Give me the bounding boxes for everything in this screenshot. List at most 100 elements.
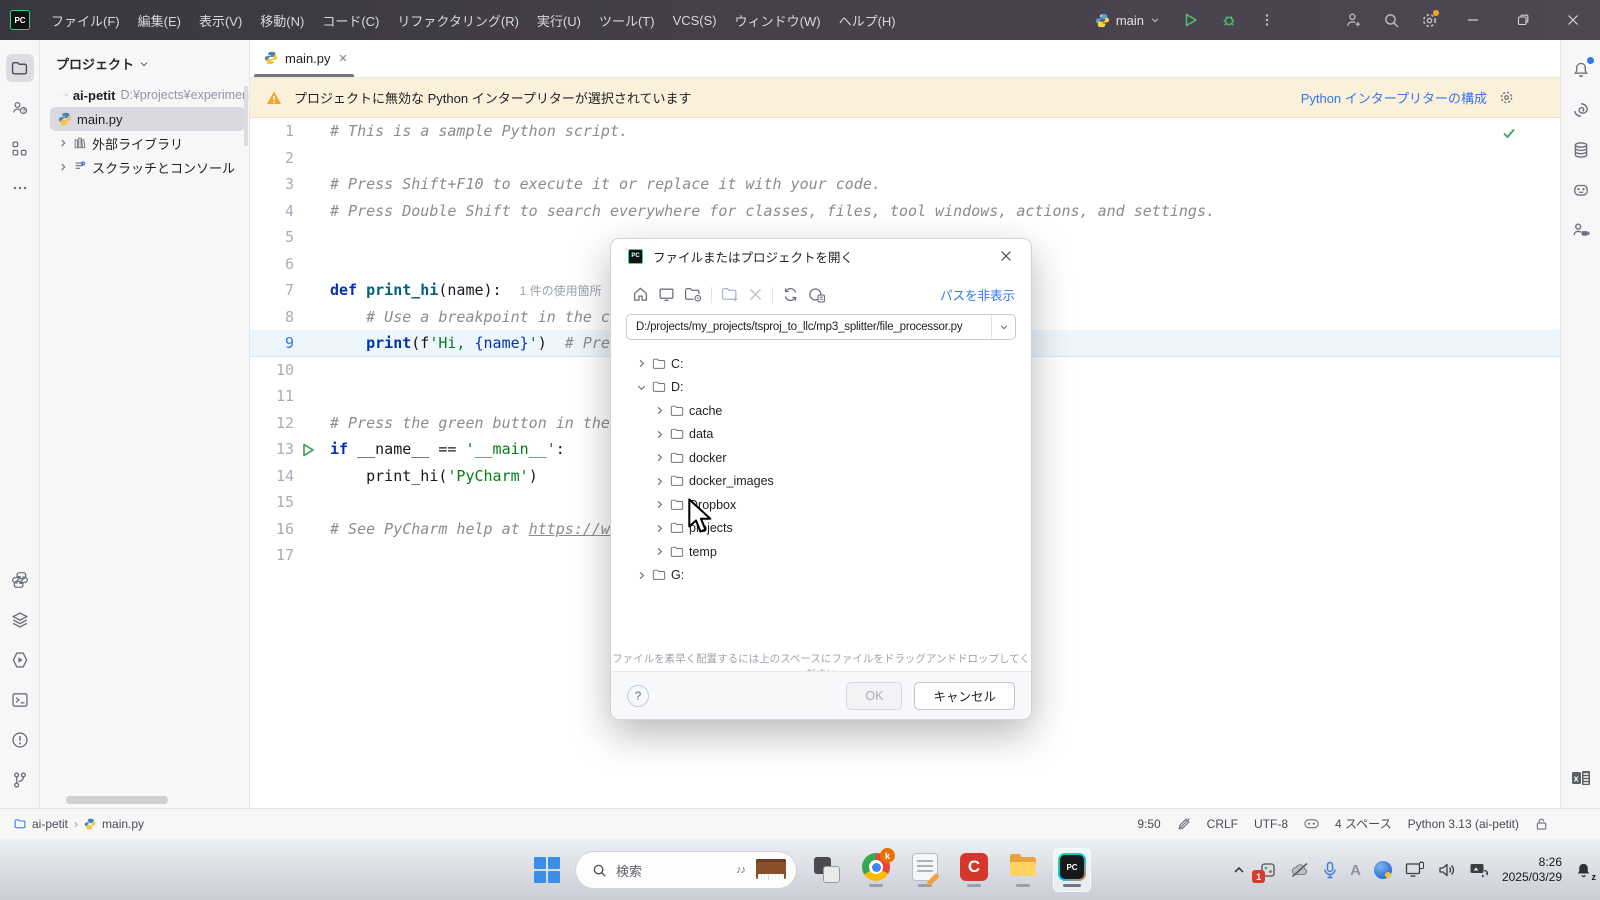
copilot-status-icon[interactable] xyxy=(1304,817,1319,830)
line-number-17[interactable]: 17 xyxy=(250,542,294,569)
taskbar-notepad[interactable] xyxy=(906,848,944,892)
caret-position-widget[interactable]: 9:50 xyxy=(1137,817,1160,831)
line-number-2[interactable]: 2 xyxy=(250,145,294,172)
new-folder-icon[interactable] xyxy=(721,286,739,303)
structure-tool-button[interactable] xyxy=(6,134,34,162)
project-tool-button[interactable] xyxy=(6,54,34,82)
chevron-right-icon[interactable] xyxy=(654,476,665,487)
chevron-right-icon[interactable] xyxy=(636,570,647,581)
chevron-right-icon[interactable] xyxy=(654,499,665,510)
project-directory-icon[interactable] xyxy=(684,286,702,303)
menu-item-7[interactable]: 実行(U) xyxy=(528,7,590,34)
chevron-right-icon[interactable] xyxy=(636,358,647,369)
taskbar-explorer[interactable] xyxy=(1004,848,1042,892)
close-button[interactable] xyxy=(1552,0,1594,40)
task-view-button[interactable] xyxy=(808,848,846,892)
run-button[interactable] xyxy=(1176,5,1206,35)
onedrive-paused-icon[interactable] xyxy=(1290,862,1310,878)
display-device-icon[interactable] xyxy=(1405,861,1425,879)
configure-interpreter-link[interactable]: Python インタープリターの構成 xyxy=(1301,88,1487,107)
project-panel-vertical-scrollbar[interactable] xyxy=(244,86,248,146)
line-number-5[interactable]: 5 xyxy=(250,224,294,251)
indent-widget[interactable]: 4 スペース xyxy=(1335,815,1392,832)
menu-item-4[interactable]: 移動(N) xyxy=(251,7,313,34)
tray-notification-app[interactable]: 1 xyxy=(1259,861,1277,879)
code-line-2[interactable]: 2 xyxy=(250,145,1560,172)
blue-sphere-app-icon[interactable] xyxy=(1374,861,1392,879)
menu-item-5[interactable]: コード(C) xyxy=(313,7,388,34)
menu-item-6[interactable]: リファクタリング(R) xyxy=(388,7,528,34)
file-tree-item-dockerimages[interactable]: docker_images xyxy=(611,470,1031,494)
line-number-15[interactable]: 15 xyxy=(250,489,294,516)
code-line-4[interactable]: 4# Press Double Shift to search everywhe… xyxy=(250,198,1560,225)
services-tool-button[interactable] xyxy=(6,606,34,634)
menu-item-11[interactable]: ヘルプ(H) xyxy=(830,7,905,34)
line-separator-widget[interactable]: CRLF xyxy=(1207,817,1238,831)
taskbar-chrome[interactable]: k xyxy=(857,848,895,892)
line-number-12[interactable]: 12 xyxy=(250,410,294,437)
path-input[interactable] xyxy=(627,321,991,333)
project-panel-header[interactable]: プロジェクト xyxy=(40,40,249,83)
database-button[interactable] xyxy=(1567,136,1595,164)
code-with-me-button[interactable] xyxy=(1567,216,1595,244)
file-tree-item-temp[interactable]: temp xyxy=(611,540,1031,564)
taskbar-camtasia[interactable]: C xyxy=(955,848,993,892)
version-control-tool-button[interactable] xyxy=(6,766,34,794)
line-number-8[interactable]: 8 xyxy=(250,304,294,331)
clock[interactable]: 8:26 2025/03/29 xyxy=(1502,855,1562,885)
chevron-down-icon[interactable] xyxy=(636,382,647,393)
refresh-icon[interactable] xyxy=(782,286,799,303)
chevron-right-icon[interactable] xyxy=(654,405,665,416)
line-number-14[interactable]: 14 xyxy=(250,463,294,490)
line-number-13[interactable]: 13 xyxy=(250,436,294,463)
run-gutter-icon[interactable] xyxy=(302,443,315,457)
file-tree-item-g[interactable]: G: xyxy=(611,564,1031,588)
line-number-7[interactable]: 7 xyxy=(250,277,294,304)
breadcrumb-project[interactable]: ai-petit xyxy=(32,817,68,831)
taskbar-pycharm[interactable]: PC xyxy=(1053,848,1091,892)
menu-item-8[interactable]: ツール(T) xyxy=(590,7,664,34)
python-console-tool-button[interactable] xyxy=(6,566,34,594)
more-actions-button[interactable] xyxy=(1252,5,1282,35)
hide-path-link[interactable]: パスを非表示 xyxy=(940,285,1015,304)
problems-tool-button[interactable] xyxy=(6,726,34,754)
settings-button[interactable] xyxy=(1414,5,1444,35)
csv-editor-button[interactable]: x xyxy=(1567,764,1595,792)
code-line-1[interactable]: 1# This is a sample Python script. xyxy=(250,118,1560,145)
desktop-icon[interactable] xyxy=(658,286,675,303)
search-everywhere-button[interactable] xyxy=(1376,5,1406,35)
tree-item-project-root[interactable]: ai-petit D:¥projects¥experimen xyxy=(40,83,249,107)
home-icon[interactable] xyxy=(632,286,649,303)
terminal-tool-button[interactable] xyxy=(6,686,34,714)
notification-bell-icon[interactable]: z xyxy=(1575,862,1592,879)
tab-main-py[interactable]: main.py xyxy=(250,39,358,77)
file-tree-item-projects[interactable]: projects xyxy=(611,517,1031,541)
tree-item-scratches[interactable]: スクラッチとコンソール xyxy=(40,155,249,179)
project-panel-horizontal-scrollbar[interactable] xyxy=(66,796,168,804)
start-button[interactable] xyxy=(530,848,564,892)
line-number-1[interactable]: 1 xyxy=(250,118,294,145)
line-number-4[interactable]: 4 xyxy=(250,198,294,225)
tree-item-main-py[interactable]: main.py xyxy=(50,107,245,131)
line-number-9[interactable]: 9 xyxy=(250,330,294,357)
minimize-button[interactable] xyxy=(1452,0,1494,40)
menu-item-3[interactable]: 表示(V) xyxy=(190,7,251,34)
file-tree-item-cache[interactable]: cache xyxy=(611,399,1031,423)
banner-settings-icon[interactable] xyxy=(1499,90,1514,105)
line-number-16[interactable]: 16 xyxy=(250,516,294,543)
ok-button[interactable]: OK xyxy=(846,682,902,710)
tray-expand-button[interactable] xyxy=(1232,863,1246,877)
menu-item-1[interactable]: ファイル(F) xyxy=(42,7,129,34)
file-tree-item-dropbox[interactable]: Dropbox xyxy=(611,493,1031,517)
chevron-right-icon[interactable] xyxy=(654,546,665,557)
file-tree-item-d[interactable]: D: xyxy=(611,376,1031,400)
ime-mode-indicator[interactable]: A xyxy=(1350,862,1361,879)
menu-item-9[interactable]: VCS(S) xyxy=(664,9,726,32)
interpreter-widget[interactable]: Python 3.13 (ai-petit) xyxy=(1408,817,1519,831)
ai-assistant-button[interactable] xyxy=(1567,96,1595,124)
speaker-icon[interactable] xyxy=(1438,862,1456,878)
menu-item-10[interactable]: ウィンドウ(W) xyxy=(726,7,830,34)
file-tree-item-data[interactable]: data xyxy=(611,423,1031,447)
tree-item-external-libraries[interactable]: 外部ライブラリ xyxy=(40,131,249,155)
encoding-widget[interactable]: UTF-8 xyxy=(1254,817,1288,831)
